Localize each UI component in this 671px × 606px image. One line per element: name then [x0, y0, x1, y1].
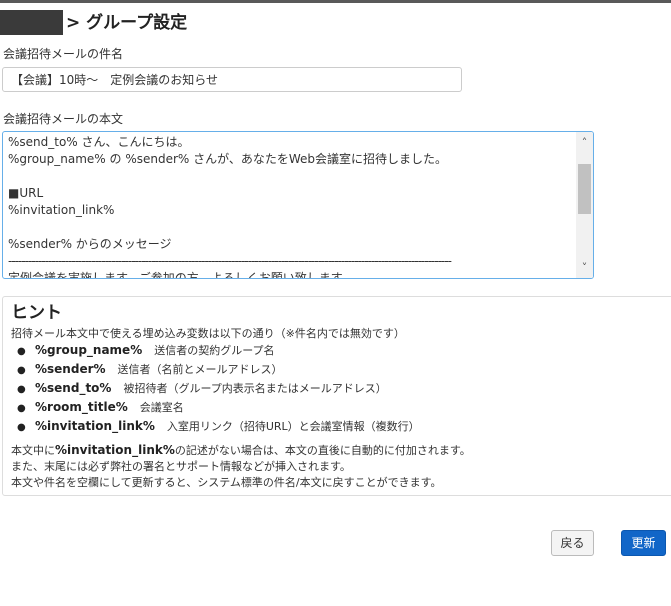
body-line: %sender% からのメッセージ: [8, 237, 172, 251]
hint-note-1: 本文中に%invitation_link%の記述がない場合は、本文の直後に自動的…: [11, 442, 471, 459]
breadcrumb-block: [0, 10, 63, 35]
hint-note-2: また、末尾には必ず弊社の署名とサポート情報などが挿入されます。: [11, 460, 351, 473]
variable-name: %sender%: [35, 362, 106, 376]
bullet-icon: ●: [17, 384, 26, 395]
scroll-up-icon[interactable]: ˄: [576, 134, 593, 151]
variable-item: ● %sender% 送信者（名前とメールアドレス）: [17, 360, 420, 379]
variable-name: %group_name%: [35, 343, 143, 357]
note-prefix: 本文中に: [11, 444, 55, 457]
back-button[interactable]: 戻る: [551, 530, 594, 556]
top-divider: [0, 0, 671, 3]
body-line: [8, 168, 573, 185]
bullet-icon: ●: [17, 365, 26, 376]
variable-item: ● %group_name% 送信者の契約グループ名: [17, 341, 420, 360]
variable-name: %invitation_link%: [35, 419, 155, 433]
subject-input[interactable]: [2, 67, 462, 92]
variable-item: ● %send_to% 被招待者（グループ内表示名またはメールアドレス）: [17, 379, 420, 398]
variable-name: %room_title%: [35, 400, 128, 414]
body-textarea[interactable]: %send_to% さん、こんにちは。 %group_name% の %send…: [2, 131, 594, 279]
update-button[interactable]: 更新: [621, 530, 666, 556]
page-title: > グループ設定: [66, 13, 188, 33]
variable-list: ● %group_name% 送信者の契約グループ名 ● %sender% 送信者（名前…: [17, 341, 420, 436]
variable-desc: 送信者の契約グループ名: [154, 344, 275, 357]
body-text[interactable]: %send_to% さん、こんにちは。 %group_name% の %send…: [8, 134, 573, 279]
hint-title: ヒント: [11, 303, 62, 323]
hint-intro: 招待メール本文中で使える埋め込み変数は以下の通り（※件名内では無効です）: [11, 327, 405, 340]
body-line: %invitation_link%: [8, 203, 115, 217]
body-line: 定例会議を実施します。ご参加の方、よろしくお願い致します。: [8, 271, 354, 279]
scroll-thumb[interactable]: [578, 164, 591, 214]
hint-panel: ヒント 招待メール本文中で使える埋め込み変数は以下の通り（※件名内では無効です）…: [2, 296, 671, 496]
textarea-scrollbar[interactable]: ˄ ˅: [576, 132, 593, 278]
body-line: ■URL: [8, 186, 44, 200]
note-variable: %invitation_link%: [55, 443, 175, 457]
variable-item: ● %room_title% 会議室名: [17, 398, 420, 417]
scroll-down-icon[interactable]: ˅: [576, 259, 593, 276]
body-line: ----------------------------------------…: [8, 254, 452, 268]
bullet-icon: ●: [17, 403, 26, 414]
body-label: 会議招待メールの本文: [3, 112, 124, 126]
hint-note-3: 本文や件名を空欄にして更新すると、システム標準の件名/本文に戻すことができます。: [11, 476, 442, 489]
variable-name: %send_to%: [35, 381, 112, 395]
variable-item: ● %invitation_link% 入室用リンク（招待URL）と会議室情報（複数…: [17, 417, 420, 436]
body-line: %send_to% さん、こんにちは。: [8, 135, 190, 149]
body-line: %group_name% の %sender% さんが、あなたをWeb会議室に招…: [8, 152, 448, 166]
variable-desc: 被招待者（グループ内表示名またはメールアドレス）: [123, 382, 387, 395]
variable-desc: 入室用リンク（招待URL）と会議室情報（複数行）: [166, 420, 420, 433]
note-suffix: の記述がない場合は、本文の直後に自動的に付加されます。: [174, 444, 471, 457]
body-line: [8, 219, 573, 236]
hint-notes: 本文中に%invitation_link%の記述がない場合は、本文の直後に自動的…: [11, 442, 471, 491]
bullet-icon: ●: [17, 422, 26, 433]
variable-desc: 送信者（名前とメールアドレス）: [117, 363, 283, 376]
bullet-icon: ●: [17, 346, 26, 357]
variable-desc: 会議室名: [139, 401, 184, 414]
subject-label: 会議招待メールの件名: [3, 47, 124, 61]
